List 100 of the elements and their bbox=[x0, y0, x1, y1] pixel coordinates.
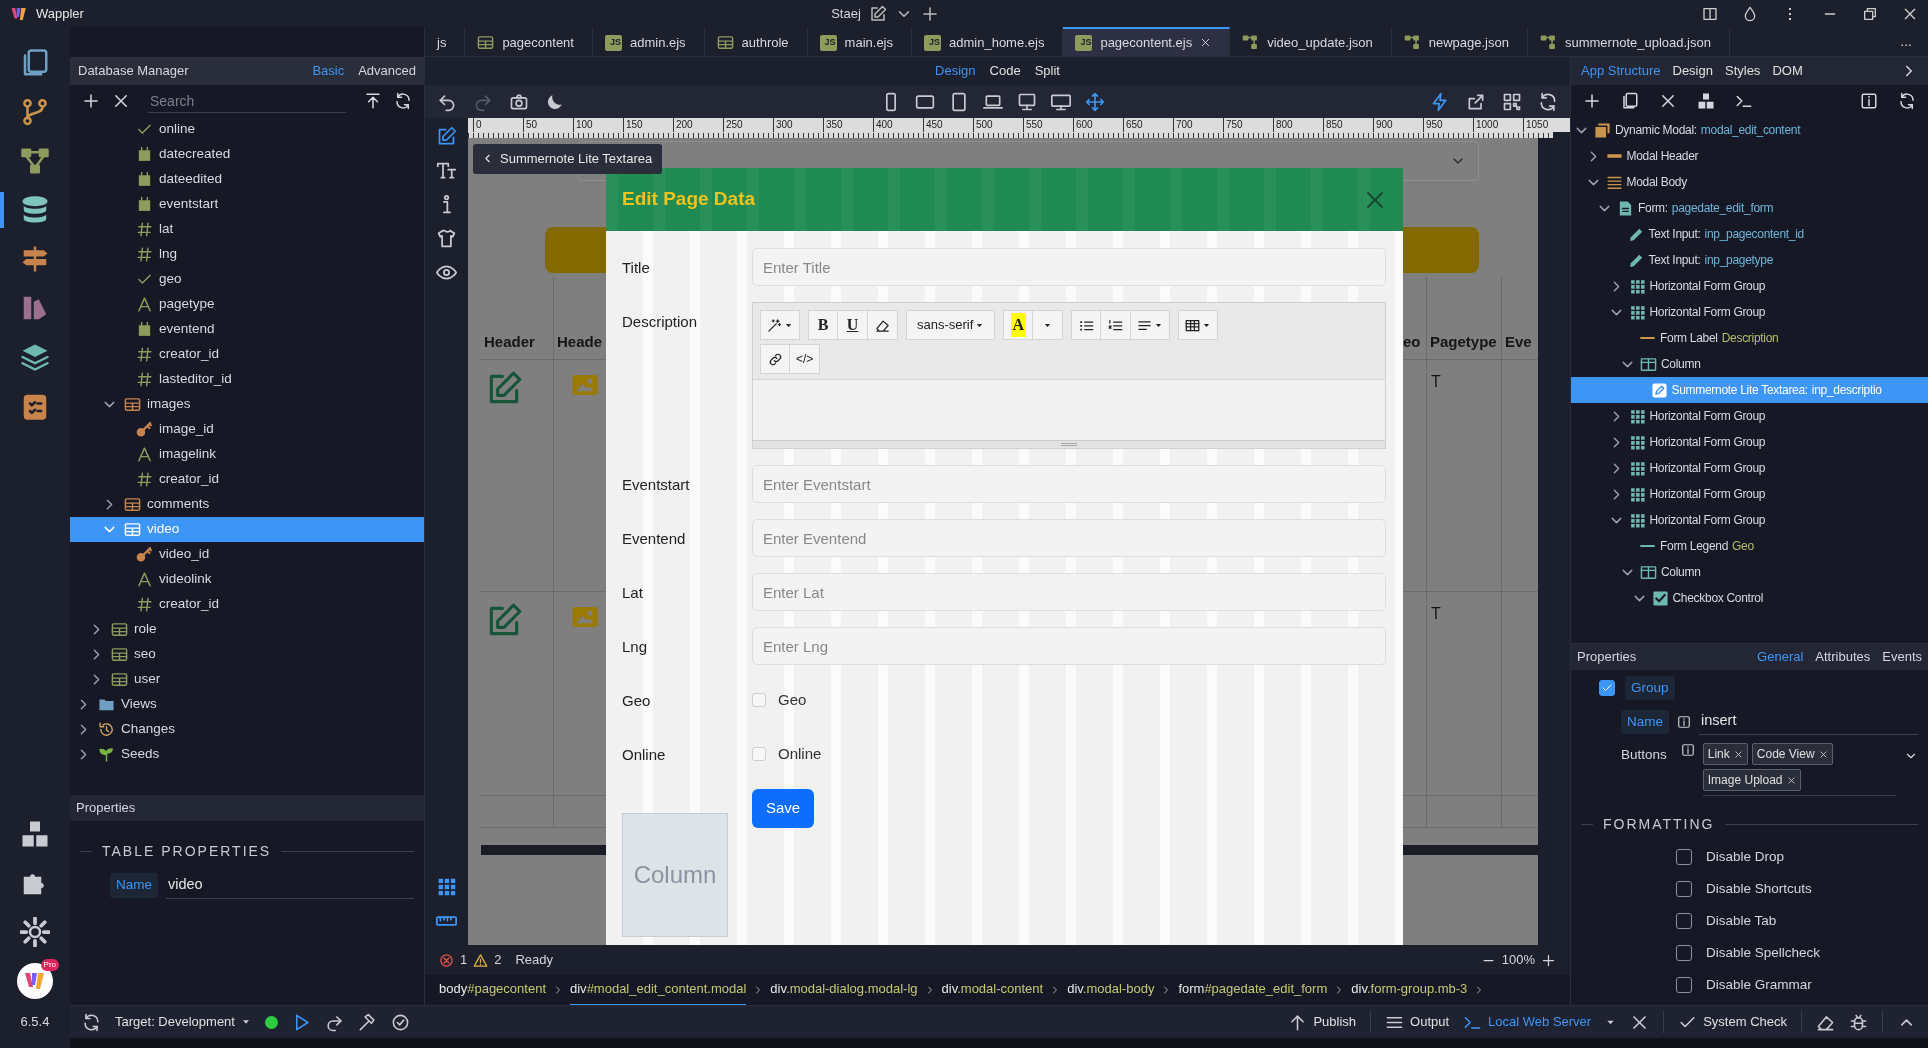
editor-button[interactable] bbox=[760, 310, 800, 340]
editor-button[interactable]: U bbox=[838, 310, 868, 340]
save-button[interactable]: Save bbox=[752, 789, 815, 828]
editor-button[interactable]: B bbox=[808, 310, 838, 340]
input-field[interactable]: Enter Title bbox=[752, 248, 1386, 286]
editor-button[interactable] bbox=[1131, 310, 1171, 340]
panel-tab[interactable]: Events bbox=[1882, 647, 1922, 667]
panel-tab[interactable]: Styles bbox=[1724, 61, 1761, 81]
tag-chip[interactable]: Link bbox=[1702, 743, 1748, 765]
close-icon[interactable] bbox=[112, 92, 130, 110]
share-icon[interactable] bbox=[1466, 91, 1486, 112]
tag-chip[interactable]: Code View bbox=[1751, 743, 1833, 765]
tree-item[interactable]: Views bbox=[70, 692, 424, 717]
plus-icon[interactable] bbox=[1541, 952, 1556, 968]
refresh-icon[interactable] bbox=[1898, 92, 1916, 110]
move-arrows-icon[interactable] bbox=[1085, 91, 1105, 112]
tree-item[interactable]: lng bbox=[70, 242, 424, 267]
tree-item[interactable]: Horizontal Form Group bbox=[1571, 481, 1928, 507]
breadcrumb-link[interactable]: body#pagecontent bbox=[439, 972, 546, 1008]
view-mode-tab[interactable]: Design bbox=[935, 61, 976, 81]
tree-item[interactable]: lasteditor_id bbox=[70, 367, 424, 392]
file-tab[interactable]: JS pagecontent.ejs bbox=[1063, 27, 1231, 56]
error-icon[interactable] bbox=[439, 952, 454, 968]
breadcrumb-link[interactable]: form#pagedate_edit_form bbox=[1178, 972, 1328, 1008]
panel-tab[interactable]: Design bbox=[1672, 61, 1713, 81]
tree-item[interactable]: geo bbox=[70, 267, 424, 292]
editor-button[interactable]: </> bbox=[790, 344, 821, 374]
output-button[interactable]: Output bbox=[1385, 1012, 1450, 1032]
tree-item[interactable]: Checkbox Control bbox=[1571, 585, 1928, 611]
checkbox[interactable] bbox=[1599, 680, 1615, 697]
info-icon[interactable] bbox=[1860, 92, 1878, 110]
refresh-icon[interactable] bbox=[394, 92, 412, 110]
tree-item[interactable]: pagetype bbox=[70, 292, 424, 317]
qr-code-icon[interactable] bbox=[1502, 91, 1522, 112]
editor-button[interactable] bbox=[868, 310, 898, 340]
panel-tab[interactable]: General bbox=[1757, 647, 1804, 667]
breadcrumb-link[interactable]: div.modal-body bbox=[1067, 972, 1155, 1008]
element-breadcrumb[interactable]: Summernote Lite Textarea bbox=[473, 144, 663, 174]
tree-item[interactable]: Column bbox=[1571, 559, 1928, 585]
tree-item[interactable]: seo bbox=[70, 642, 424, 667]
close-icon[interactable] bbox=[1733, 749, 1743, 759]
tag-chip[interactable]: Image Upload bbox=[1702, 769, 1801, 791]
panel-tab[interactable]: App Structure bbox=[1581, 61, 1661, 81]
view-mode-tab[interactable]: Code bbox=[989, 61, 1021, 81]
checkbox[interactable] bbox=[1676, 945, 1692, 961]
checkbox[interactable] bbox=[752, 693, 766, 707]
input-field[interactable]: Enter Eventend bbox=[752, 519, 1386, 557]
lightning-bolt-icon[interactable] bbox=[1430, 91, 1450, 112]
upload-arrow-icon[interactable] bbox=[364, 92, 382, 110]
tree-item[interactable]: eventend bbox=[70, 317, 424, 342]
server-button[interactable]: Local Web Server bbox=[1463, 1012, 1592, 1032]
bug-icon[interactable] bbox=[1849, 1012, 1868, 1032]
plus-icon[interactable] bbox=[920, 4, 939, 23]
panel-tab[interactable]: Attributes bbox=[1815, 647, 1871, 667]
tablet-icon[interactable] bbox=[949, 91, 969, 112]
close-icon[interactable] bbox=[1200, 37, 1212, 48]
input-field[interactable]: Enter Lng bbox=[752, 627, 1386, 665]
panel-layout-icon[interactable] bbox=[1702, 5, 1718, 22]
name-field[interactable]: insert bbox=[1699, 708, 1918, 735]
tree-item[interactable]: eventstart bbox=[70, 192, 424, 217]
tree-item[interactable]: images bbox=[70, 392, 424, 417]
editor-button[interactable] bbox=[1071, 310, 1102, 340]
tree-item[interactable]: Column bbox=[1571, 351, 1928, 377]
close-icon[interactable] bbox=[1786, 775, 1796, 785]
tree-item[interactable]: online bbox=[70, 117, 424, 142]
plus-icon[interactable] bbox=[82, 92, 100, 110]
pages-icon[interactable] bbox=[1621, 92, 1639, 110]
resize-handle[interactable] bbox=[753, 440, 1385, 448]
target-dropdown[interactable]: Target: Development bbox=[115, 1012, 251, 1032]
shirt-icon[interactable] bbox=[436, 228, 457, 249]
drop-icon[interactable] bbox=[1742, 5, 1758, 22]
tree-item[interactable]: Dynamic Modal: modal_edit_content bbox=[1571, 117, 1928, 143]
tree-item[interactable]: comments bbox=[70, 492, 424, 517]
tree-item[interactable]: Horizontal Form Group bbox=[1571, 403, 1928, 429]
tree-item[interactable]: Horizontal Form Group bbox=[1571, 273, 1928, 299]
editor-button[interactable] bbox=[760, 344, 790, 374]
tree-item[interactable]: Text Input: inp_pagetype bbox=[1571, 247, 1928, 273]
close-icon[interactable] bbox=[1818, 749, 1828, 759]
tree-item[interactable]: Seeds bbox=[70, 742, 424, 767]
tree-item[interactable]: Text Input: inp_pagecontent_id bbox=[1571, 221, 1928, 247]
restore-icon[interactable] bbox=[1862, 5, 1878, 22]
system-check-button[interactable]: System Check bbox=[1678, 1012, 1787, 1032]
checkbox[interactable] bbox=[1676, 849, 1692, 865]
text-size-icon[interactable] bbox=[436, 160, 457, 181]
mode-tab[interactable]: Advanced bbox=[358, 61, 416, 81]
tree-item[interactable]: Form Label Description bbox=[1571, 325, 1928, 351]
more-tabs[interactable]: ... bbox=[1884, 27, 1928, 56]
rich-text-editor[interactable]: B U sans-serif A </> bbox=[752, 302, 1386, 449]
info-icon[interactable] bbox=[1680, 743, 1695, 757]
breadcrumb-link[interactable]: div.modal-content bbox=[941, 972, 1044, 1008]
checkbox[interactable] bbox=[1676, 881, 1692, 897]
warning-icon[interactable] bbox=[473, 952, 489, 968]
panel-tab[interactable]: DOM bbox=[1772, 61, 1803, 81]
tree-item[interactable]: dateedited bbox=[70, 167, 424, 192]
input-field[interactable]: Enter Lat bbox=[752, 573, 1386, 611]
tree-item[interactable]: Form Legend Geo bbox=[1571, 533, 1928, 559]
tree-item[interactable]: Horizontal Form Group bbox=[1571, 455, 1928, 481]
tree-item[interactable]: datecreated bbox=[70, 142, 424, 167]
tree-item[interactable]: video_id bbox=[70, 542, 424, 567]
name-field[interactable]: video bbox=[166, 872, 414, 899]
